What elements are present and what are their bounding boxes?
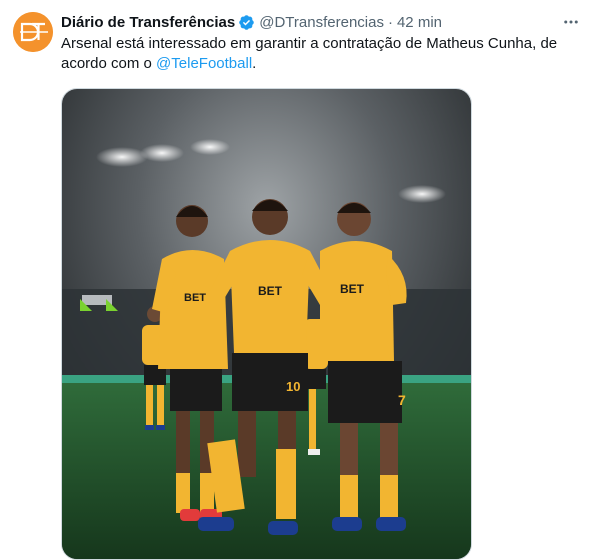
author-handle[interactable]: @DTransferencias	[259, 14, 384, 31]
more-horizontal-icon[interactable]	[561, 12, 581, 32]
tweet-card[interactable]: Diário de Transferências @DTransferencia…	[0, 0, 597, 560]
author-name[interactable]: Diário de Transferências	[61, 14, 235, 31]
author-avatar[interactable]	[13, 12, 53, 52]
tweet-header: Diário de Transferências @DTransferencia…	[61, 12, 581, 32]
shorts-number-right: 7	[398, 392, 406, 408]
dt-logo-icon	[13, 12, 53, 52]
shirt-sponsor-right: BET	[340, 282, 365, 296]
tweet-text-end: .	[252, 55, 257, 72]
separator-dot: ·	[387, 13, 393, 31]
tweet-timestamp[interactable]: 42 min	[397, 14, 442, 31]
shirt-sponsor-center: BET	[258, 284, 283, 298]
verified-badge-icon	[238, 14, 255, 31]
football-celebration-photo: BET BET 7 BET 10	[62, 89, 471, 559]
shorts-number-center: 10	[286, 379, 300, 394]
tweet-photo[interactable]: BET BET 7 BET 10	[61, 88, 472, 560]
shirt-sponsor-left: BET	[184, 292, 206, 304]
tweet-text: Arsenal está interessado em garantir a c…	[61, 34, 581, 74]
mention-link[interactable]: @TeleFootball	[156, 55, 252, 72]
tweet-text-body: Arsenal está interessado em garantir a c…	[61, 35, 558, 72]
